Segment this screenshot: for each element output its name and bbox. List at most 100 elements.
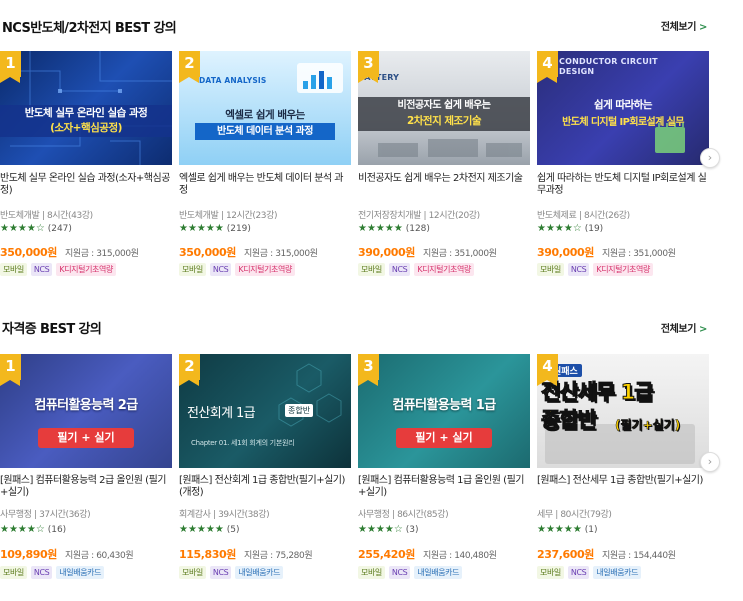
rank-badge: 1 <box>0 354 21 386</box>
chevron-right-icon: > <box>699 22 707 33</box>
tag-list: 모바일 NCS 내일배움카드 <box>537 566 645 579</box>
course-title[interactable]: 비전공자도 쉽게 배우는 2차전지 제조기술 <box>358 173 530 185</box>
thumbnail-line2: (소자+핵심공정) <box>50 122 122 134</box>
course-meta: 세무 | 80시간(79강) <box>537 510 612 520</box>
course-thumbnail[interactable]: 컴퓨터활용능력 1급 필기 + 실기 <box>358 354 530 468</box>
chevron-right-icon: > <box>699 324 707 335</box>
course-thumbnail[interactable]: CONDUCTOR CIRCUIT DESIGN 쉽게 따라하는 반도체 디지털… <box>537 51 709 165</box>
course-card[interactable]: BATTERY 비전공자도 쉽게 배우는 2차전지 제조기술 3 비전공자도 쉽… <box>358 51 530 281</box>
course-title[interactable]: [원패스] 전산세무 1급 종합반(필기+실기) <box>537 475 709 487</box>
tag-list: 모바일 NCS 내일배움카드 <box>358 566 466 579</box>
course-card[interactable]: 원패스 전산세무 1급 종합반 (필기+실기) 4 [원패스] 전산세무 1급 … <box>537 354 709 589</box>
course-thumbnail[interactable]: BATTERY 비전공자도 쉽게 배우는 2차전지 제조기술 <box>358 51 530 165</box>
rank-badge: 4 <box>537 354 558 386</box>
course-card[interactable]: 컴퓨터활용능력 2급 필기 + 실기 1 [원패스] 컴퓨터활용능력 2급 올인… <box>0 354 172 589</box>
tag-mobile: 모바일 <box>537 263 564 276</box>
review-count: (247) <box>47 224 72 234</box>
thumbnail-line1: 전산회계 1급 <box>187 406 256 421</box>
price-row: 390,000원 지원금 : 351,000원 <box>358 241 497 260</box>
thumbnail-line1: 전산세무 1급 <box>541 380 655 405</box>
tag-mobile: 모바일 <box>537 566 564 579</box>
rating: ★★★★☆ (3) <box>358 524 418 535</box>
subsidy-amount: 지원금 : 75,280원 <box>244 551 313 561</box>
see-all-label: 전체보기 <box>660 324 697 335</box>
price-row: 350,000원 지원금 : 315,000원 <box>0 241 139 260</box>
see-all-link[interactable]: 전체보기 > <box>660 320 708 335</box>
course-title[interactable]: [원패스] 컴퓨터활용능력 1급 올인원 (필기+실기) <box>358 475 530 499</box>
subsidy-amount: 지원금 : 140,480원 <box>423 551 497 561</box>
subsidy-amount: 지원금 : 60,430원 <box>65 551 134 561</box>
tag-mobile: 모바일 <box>0 566 27 579</box>
course-meta: 사무행정 | 37시간(36강) <box>0 510 91 520</box>
tag-naeil-card: 내일배움카드 <box>56 566 105 579</box>
review-count: (5) <box>226 525 240 535</box>
course-price: 255,420원 <box>358 548 416 561</box>
star-rating-icon: ★★★★☆ <box>358 524 403 535</box>
review-count: (3) <box>405 525 419 535</box>
course-thumbnail[interactable]: 원패스 전산세무 1급 종합반 (필기+실기) <box>537 354 709 468</box>
tag-digital: K디지털기초역량 <box>593 263 653 276</box>
course-price: 390,000원 <box>358 246 416 259</box>
carousel-next-button[interactable]: › <box>700 452 720 472</box>
tag-naeil-card: 내일배움카드 <box>414 566 463 579</box>
course-card[interactable]: 전산회계 1급 종합반 Chapter 01. 세1회 회계의 기본원리 2 [… <box>179 354 351 589</box>
carousel-next-button[interactable]: › <box>700 148 720 168</box>
tag-list: 모바일 NCS K디지털기초역량 <box>0 263 120 276</box>
star-rating-icon: ★★★★☆ <box>0 223 45 234</box>
course-thumbnail[interactable]: 컴퓨터활용능력 2급 필기 + 실기 <box>0 354 172 468</box>
star-rating-icon: ★★★★☆ <box>0 524 45 535</box>
course-card[interactable]: 반도체 실무 온라인 실습 과정 (소자+핵심공정) 1 반도체 실무 온라인 … <box>0 51 172 281</box>
tag-ncs: NCS <box>209 263 232 276</box>
thumbnail-line1: 비전공자도 쉽게 배우는 <box>397 100 491 111</box>
course-card[interactable]: 컴퓨터활용능력 1급 필기 + 실기 3 [원패스] 컴퓨터활용능력 1급 올인… <box>358 354 530 589</box>
course-title[interactable]: 엑셀로 쉽게 배우는 반도체 데이터 분석 과정 <box>179 173 351 197</box>
rating: ★★★★☆ (16) <box>0 524 66 535</box>
course-thumbnail[interactable]: DATA ANALYSIS 엑셀로 쉽게 배우는 반도체 데이터 분석 과정 <box>179 51 351 165</box>
thumbnail-line2: 2차전지 제조기술 <box>406 115 482 127</box>
tag-list: 모바일 NCS K디지털기초역량 <box>537 263 657 276</box>
subsidy-amount: 지원금 : 154,440원 <box>602 551 676 561</box>
thumbnail-line2: 종합반 <box>541 408 598 433</box>
rating: ★★★★★ (1) <box>537 524 597 535</box>
tag-mobile: 모바일 <box>179 263 206 276</box>
subsidy-amount: 지원금 : 315,000원 <box>65 249 139 259</box>
thumbnail-line1: 쉽게 따라하는 <box>593 99 653 111</box>
tag-mobile: 모바일 <box>358 263 385 276</box>
see-all-link[interactable]: 전체보기 > <box>661 18 708 33</box>
rating: ★★★★★ (128) <box>358 223 430 234</box>
tag-naeil-card: 내일배움카드 <box>235 566 284 579</box>
thumbnail-line1: 컴퓨터활용능력 1급 <box>392 398 496 413</box>
course-thumbnail[interactable]: 반도체 실무 온라인 실습 과정 (소자+핵심공정) <box>0 51 172 165</box>
star-rating-icon: ★★★★★ <box>179 524 224 535</box>
tag-ncs: NCS <box>567 263 590 276</box>
course-title[interactable]: 쉽게 따라하는 반도체 디지털 IP회로설계 실무과정 <box>537 173 709 197</box>
thumbnail-caption: 비전공자도 쉽게 배우는 2차전지 제조기술 <box>358 97 530 131</box>
tag-list: 모바일 NCS 내일배움카드 <box>0 566 108 579</box>
course-meta: 반도체개발 | 12시간(23강) <box>179 211 278 221</box>
course-card[interactable]: CONDUCTOR CIRCUIT DESIGN 쉽게 따라하는 반도체 디지털… <box>537 51 709 281</box>
course-title[interactable]: 반도체 실무 온라인 실습 과정(소자+핵심공정) <box>0 173 172 197</box>
review-count: (219) <box>226 224 251 234</box>
rank-badge: 2 <box>179 354 200 386</box>
review-count: (1) <box>584 525 598 535</box>
subsidy-amount: 지원금 : 315,000원 <box>244 249 318 259</box>
rating: ★★★★☆ (247) <box>0 223 72 234</box>
tag-digital: K디지털기초역량 <box>235 263 295 276</box>
section-title: NCS반도체/2차전지 BEST 강의 <box>2 21 177 36</box>
course-price: 237,600원 <box>537 548 595 561</box>
price-row: 115,830원 지원금 : 75,280원 <box>179 543 313 562</box>
tag-list: 모바일 NCS K디지털기초역량 <box>179 263 299 276</box>
rank-badge: 3 <box>358 51 379 83</box>
course-meta: 반도체제료 | 8시간(26강) <box>537 211 630 221</box>
thumbnail-line1: 컴퓨터활용능력 2급 <box>34 398 138 413</box>
course-meta: 사무행정 | 86시간(85강) <box>358 510 449 520</box>
course-title[interactable]: [원패스] 전산회계 1급 종합반(필기+실기) (개정) <box>179 475 351 499</box>
tag-ncs: NCS <box>567 566 590 579</box>
rating: ★★★★☆ (19) <box>537 223 603 234</box>
course-title[interactable]: [원패스] 컴퓨터활용능력 2급 올인원 (필기+실기) <box>0 475 172 499</box>
thumbnail-line3: (필기+실기) <box>615 418 681 433</box>
review-count: (16) <box>47 525 67 535</box>
course-meta: 반도체개발 | 8시간(43강) <box>0 211 93 221</box>
course-card[interactable]: DATA ANALYSIS 엑셀로 쉽게 배우는 반도체 데이터 분석 과정 2… <box>179 51 351 281</box>
course-thumbnail[interactable]: 전산회계 1급 종합반 Chapter 01. 세1회 회계의 기본원리 <box>179 354 351 468</box>
